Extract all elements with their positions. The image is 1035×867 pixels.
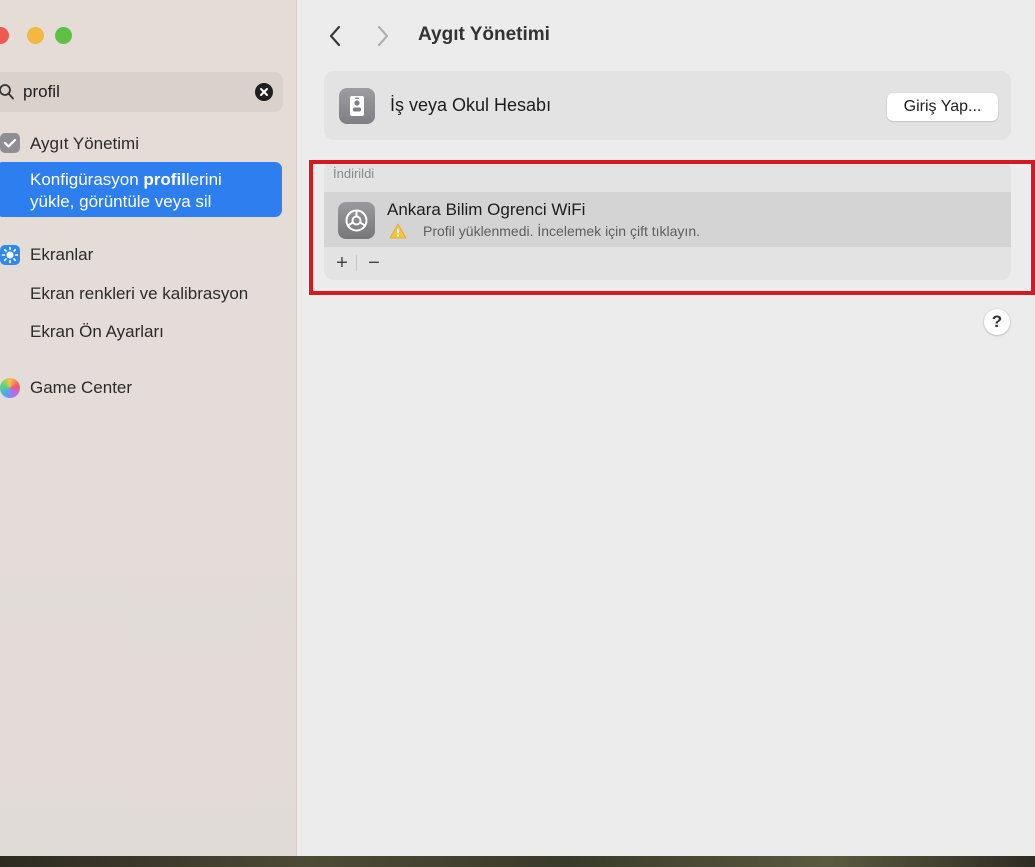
- sidebar-item-display-colors[interactable]: Ekran renkleri ve kalibrasyon: [30, 284, 248, 304]
- minimize-window-button[interactable]: [27, 27, 44, 44]
- account-label: İş veya Okul Hesabı: [390, 95, 552, 115]
- account-card: İş veya Okul Hesabı Giriş Yap...: [324, 71, 1011, 140]
- sidebar-item-game-center[interactable]: Game Center: [30, 378, 132, 398]
- help-button[interactable]: ?: [984, 309, 1010, 335]
- search-icon: [0, 84, 14, 100]
- sidebar-item-label-line2: yükle, görüntüle veya sil: [30, 192, 212, 211]
- maximize-window-button[interactable]: [55, 27, 72, 44]
- chevron-right-icon: [377, 25, 389, 47]
- chevron-left-icon: [329, 25, 341, 47]
- sun-icon: [0, 245, 20, 265]
- clear-search-button[interactable]: [255, 83, 273, 101]
- search-field[interactable]: profil: [0, 72, 283, 112]
- sidebar-item-displays[interactable]: Ekranlar: [30, 245, 93, 265]
- id-badge-icon: [339, 88, 375, 124]
- annotation-highlight-box: [309, 160, 1035, 295]
- page-title: Aygıt Yönetimi: [418, 24, 550, 45]
- sidebar: profil Aygıt Yönetimi Konfigürasyon prof…: [0, 0, 297, 856]
- forward-button[interactable]: [370, 22, 396, 50]
- sidebar-item-display-presets[interactable]: Ekran Ön Ayarları: [30, 322, 164, 342]
- sidebar-item-configuration-profiles[interactable]: Konfigürasyon profillerini yükle, görünt…: [0, 162, 282, 217]
- clear-icon: [260, 88, 268, 96]
- sidebar-item-label: Konfigürasyon profillerini: [30, 170, 222, 189]
- sidebar-item-device-management[interactable]: Aygıt Yönetimi: [30, 134, 139, 154]
- back-button[interactable]: [322, 22, 348, 50]
- sign-in-button[interactable]: Giriş Yap...: [887, 93, 998, 121]
- close-window-button[interactable]: [0, 27, 9, 44]
- game-center-icon: [0, 378, 20, 398]
- settings-window: profil Aygıt Yönetimi Konfigürasyon prof…: [0, 0, 1035, 856]
- device-management-icon: [0, 133, 20, 153]
- search-input[interactable]: profil: [23, 82, 60, 102]
- desktop-wallpaper: [0, 856, 1035, 867]
